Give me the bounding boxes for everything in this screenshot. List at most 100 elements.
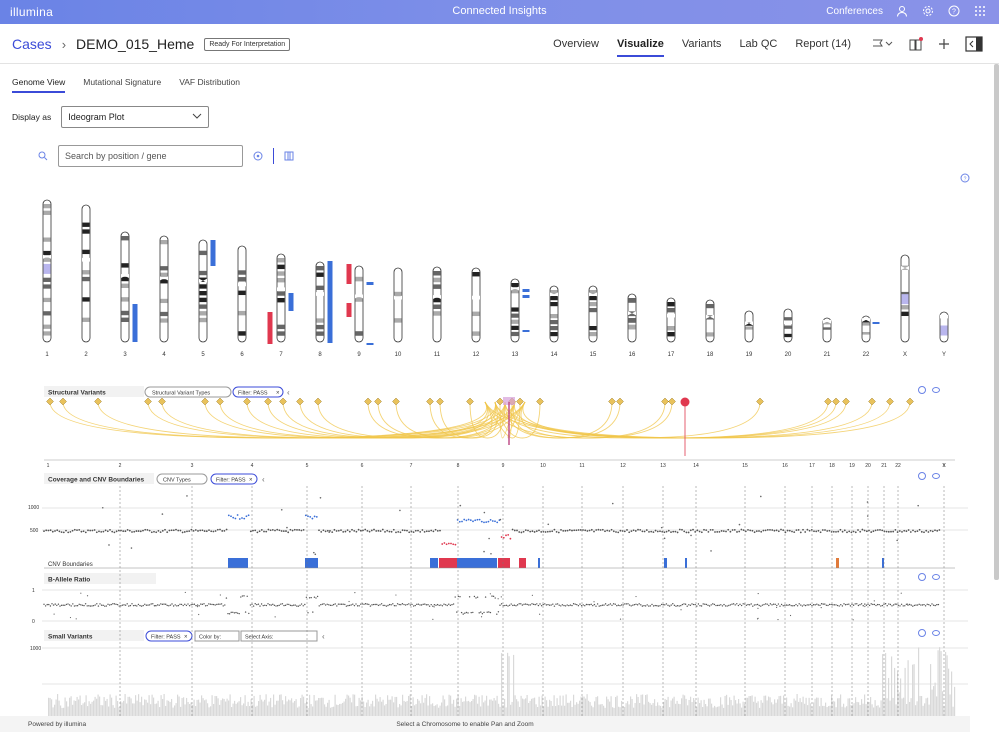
chromosome-14[interactable]: 14 xyxy=(549,285,559,358)
genome-visualization[interactable]: ? 1 2 3 4 5 6 7 8 9 10 11 12 13 14 15 16 17 18 19 20 21 22 X Y … xyxy=(0,170,975,716)
ideogram-help-icon[interactable]: ? xyxy=(960,173,970,183)
columns-icon[interactable] xyxy=(282,149,296,163)
chromosome-5[interactable]: 5 xyxy=(198,239,208,358)
cnv-boundary-segment[interactable] xyxy=(685,558,687,568)
chromosome-21[interactable]: 21 xyxy=(822,317,832,358)
cnv-boundary-segment[interactable] xyxy=(519,558,526,568)
cnv-boundary-segment[interactable] xyxy=(498,558,510,568)
sv-arc[interactable] xyxy=(514,401,837,439)
cnv-bar[interactable] xyxy=(327,261,333,343)
sv-marker[interactable] xyxy=(296,397,304,406)
chromosome-16[interactable]: 16 xyxy=(627,293,637,358)
subtab-vaf-distribution[interactable]: VAF Distribution xyxy=(179,77,240,93)
sv-arc[interactable] xyxy=(317,401,497,439)
sv-marker[interactable] xyxy=(158,397,166,406)
sv-marker[interactable] xyxy=(264,397,272,406)
chromosome-9[interactable]: 9 xyxy=(354,265,364,358)
sv-eye-icon[interactable] xyxy=(932,387,940,393)
cnv-bar[interactable] xyxy=(346,264,352,284)
sv-marker[interactable] xyxy=(59,397,67,406)
sv-marker[interactable] xyxy=(868,397,876,406)
sv-marker-red[interactable] xyxy=(680,397,690,407)
page-scrollbar[interactable] xyxy=(994,64,999,580)
baf-eye-icon[interactable] xyxy=(932,574,940,580)
sv-marker[interactable] xyxy=(756,397,764,406)
cnv-bar[interactable] xyxy=(872,322,880,324)
cases-link[interactable]: Cases xyxy=(12,36,52,52)
tab-report[interactable]: Report (14) xyxy=(795,38,851,57)
display-as-select[interactable]: Ideogram Plot xyxy=(61,106,210,128)
apps-grid-icon[interactable] xyxy=(973,4,987,18)
chromosome-2[interactable]: 2 xyxy=(81,204,91,358)
tab-variants[interactable]: Variants xyxy=(682,38,722,57)
book-notification-icon[interactable] xyxy=(909,37,923,51)
collapse-panel-icon[interactable] xyxy=(965,36,983,52)
cnv-bar[interactable] xyxy=(267,312,273,344)
cnv-boundary-segment[interactable] xyxy=(836,558,839,568)
flag-dropdown-icon[interactable] xyxy=(871,37,895,51)
cnv-bar[interactable] xyxy=(210,240,216,266)
close-icon[interactable]: × xyxy=(276,391,280,397)
chromosome-17[interactable]: 17 xyxy=(666,297,676,358)
user-icon[interactable] xyxy=(895,4,909,18)
cnv-bar[interactable] xyxy=(288,293,294,311)
chromosome-10[interactable]: 10 xyxy=(393,267,403,358)
cnv-bar[interactable] xyxy=(522,289,530,292)
tab-visualize[interactable]: Visualize xyxy=(617,38,664,57)
sv-marker[interactable] xyxy=(516,397,524,406)
subtab-mutational-signature[interactable]: Mutational Signature xyxy=(83,77,161,93)
sv-marker[interactable] xyxy=(144,397,152,406)
chromosome-6[interactable]: 6 xyxy=(237,245,247,358)
sv-marker[interactable] xyxy=(906,397,914,406)
small-eye-icon[interactable] xyxy=(932,630,940,636)
close-icon[interactable]: × xyxy=(184,635,188,641)
baf-help-icon[interactable] xyxy=(918,573,926,581)
sv-marker[interactable] xyxy=(661,397,669,406)
sv-marker[interactable] xyxy=(243,397,251,406)
cnv-boundary-segment[interactable] xyxy=(882,558,884,568)
cnv-bar[interactable] xyxy=(366,343,374,345)
chromosome-15[interactable]: 15 xyxy=(588,285,598,358)
sv-marker[interactable] xyxy=(426,397,434,406)
sv-marker[interactable] xyxy=(536,397,544,406)
chromosome-8[interactable]: 8 xyxy=(315,261,325,358)
chromosome-1[interactable]: 1 xyxy=(42,199,52,358)
chromosome-7[interactable]: 7 xyxy=(276,253,286,358)
sv-marker[interactable] xyxy=(886,397,894,406)
add-icon[interactable] xyxy=(937,37,951,51)
sv-marker[interactable] xyxy=(46,397,54,406)
chromosome-22[interactable]: 22 xyxy=(861,315,871,358)
tab-overview[interactable]: Overview xyxy=(553,38,599,57)
sv-marker[interactable] xyxy=(832,397,840,406)
sv-help-icon[interactable] xyxy=(918,386,926,394)
target-icon[interactable] xyxy=(251,149,265,163)
subtab-genome-view[interactable]: Genome View xyxy=(12,77,66,93)
sv-marker[interactable] xyxy=(496,397,504,406)
chevron-left-icon[interactable]: ‹ xyxy=(287,388,290,397)
cnv-bar[interactable] xyxy=(522,330,530,332)
sv-marker[interactable] xyxy=(436,397,444,406)
tab-lab-qc[interactable]: Lab QC xyxy=(739,38,777,57)
sv-marker[interactable] xyxy=(824,397,832,406)
gear-icon[interactable] xyxy=(921,4,935,18)
chromosome-19[interactable]: 19 xyxy=(744,310,754,358)
small-help-icon[interactable] xyxy=(918,629,926,637)
chromosome-20[interactable]: 20 xyxy=(783,308,793,358)
search-input[interactable]: Search by position / gene xyxy=(58,145,243,167)
help-icon[interactable]: ? xyxy=(947,4,961,18)
chromosome-13[interactable]: 13 xyxy=(510,278,520,358)
sv-marker[interactable] xyxy=(842,397,850,406)
chromosome-11[interactable]: 11 xyxy=(432,266,442,358)
sv-marker[interactable] xyxy=(364,397,372,406)
close-icon[interactable]: × xyxy=(249,478,253,484)
cnv-bar[interactable] xyxy=(346,303,352,317)
chevron-left-icon[interactable]: ‹ xyxy=(322,632,325,641)
sv-marker[interactable] xyxy=(466,397,474,406)
workgroup-label[interactable]: Conferences xyxy=(826,6,883,17)
cnv-bar[interactable] xyxy=(132,304,138,342)
cnv-help-icon[interactable] xyxy=(918,472,926,480)
chromosome-4[interactable]: 4 xyxy=(159,235,169,358)
sv-marker[interactable] xyxy=(94,397,102,406)
chromosome-X[interactable]: X xyxy=(900,254,910,358)
chromosome-3[interactable]: 3 xyxy=(120,231,130,358)
